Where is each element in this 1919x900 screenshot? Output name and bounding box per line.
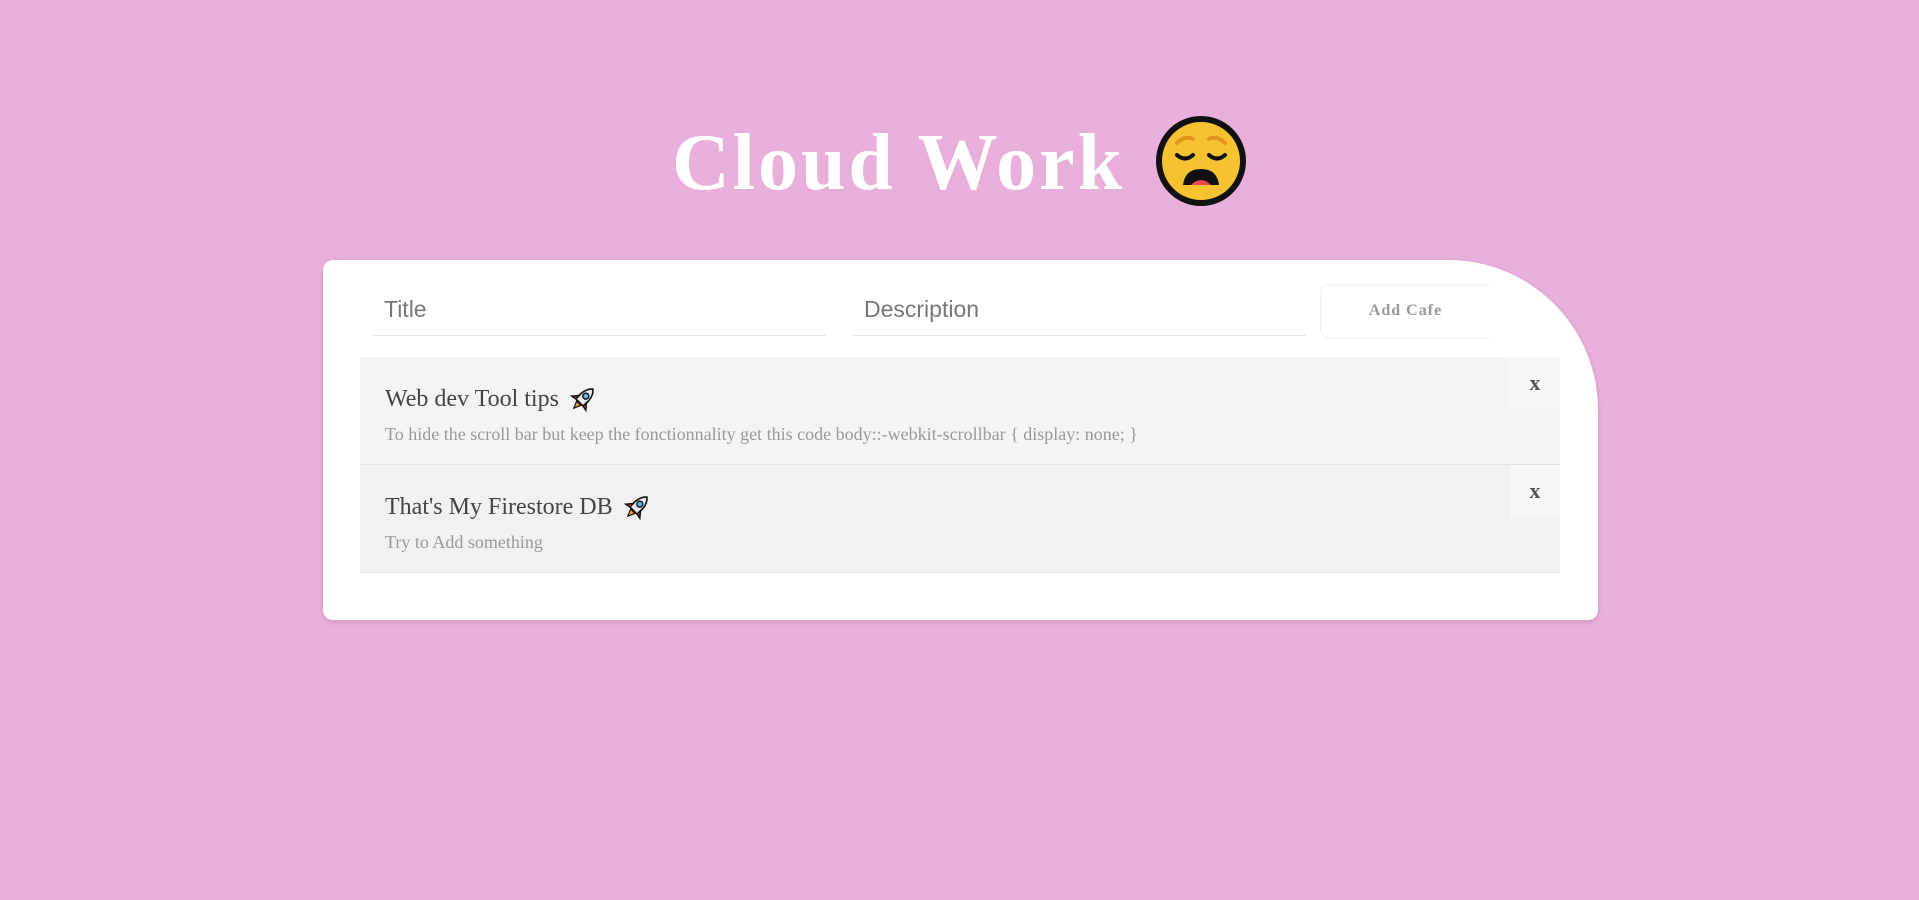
page-title: Cloud Work bbox=[671, 119, 1126, 207]
item-description: To hide the scroll bar but keep the fonc… bbox=[385, 424, 1138, 444]
add-cafe-button[interactable]: Add Cafe bbox=[1320, 284, 1490, 338]
item-title-row: Web dev Tool tips bbox=[385, 383, 599, 415]
list-item: That's My Firestore DB Try to Add someth… bbox=[360, 465, 1560, 573]
delete-button[interactable]: x bbox=[1510, 357, 1560, 409]
rocket-icon bbox=[567, 383, 599, 415]
page-header: Cloud Work bbox=[0, 108, 1919, 218]
item-title: That's My Firestore DB bbox=[385, 493, 613, 520]
delete-button[interactable]: x bbox=[1510, 465, 1560, 517]
list-item: Web dev Tool tips To hide the scroll bar… bbox=[360, 357, 1560, 465]
cafe-card: Add Cafe Web dev Tool tips bbox=[323, 260, 1598, 620]
description-input[interactable] bbox=[852, 284, 1306, 336]
item-title-row: That's My Firestore DB bbox=[385, 491, 653, 523]
cafe-list: Web dev Tool tips To hide the scroll bar… bbox=[360, 357, 1560, 573]
rocket-icon bbox=[621, 491, 653, 523]
title-input[interactable] bbox=[372, 284, 826, 336]
item-title: Web dev Tool tips bbox=[385, 385, 559, 412]
item-description: Try to Add something bbox=[385, 532, 543, 552]
weary-face-icon bbox=[1155, 115, 1247, 207]
